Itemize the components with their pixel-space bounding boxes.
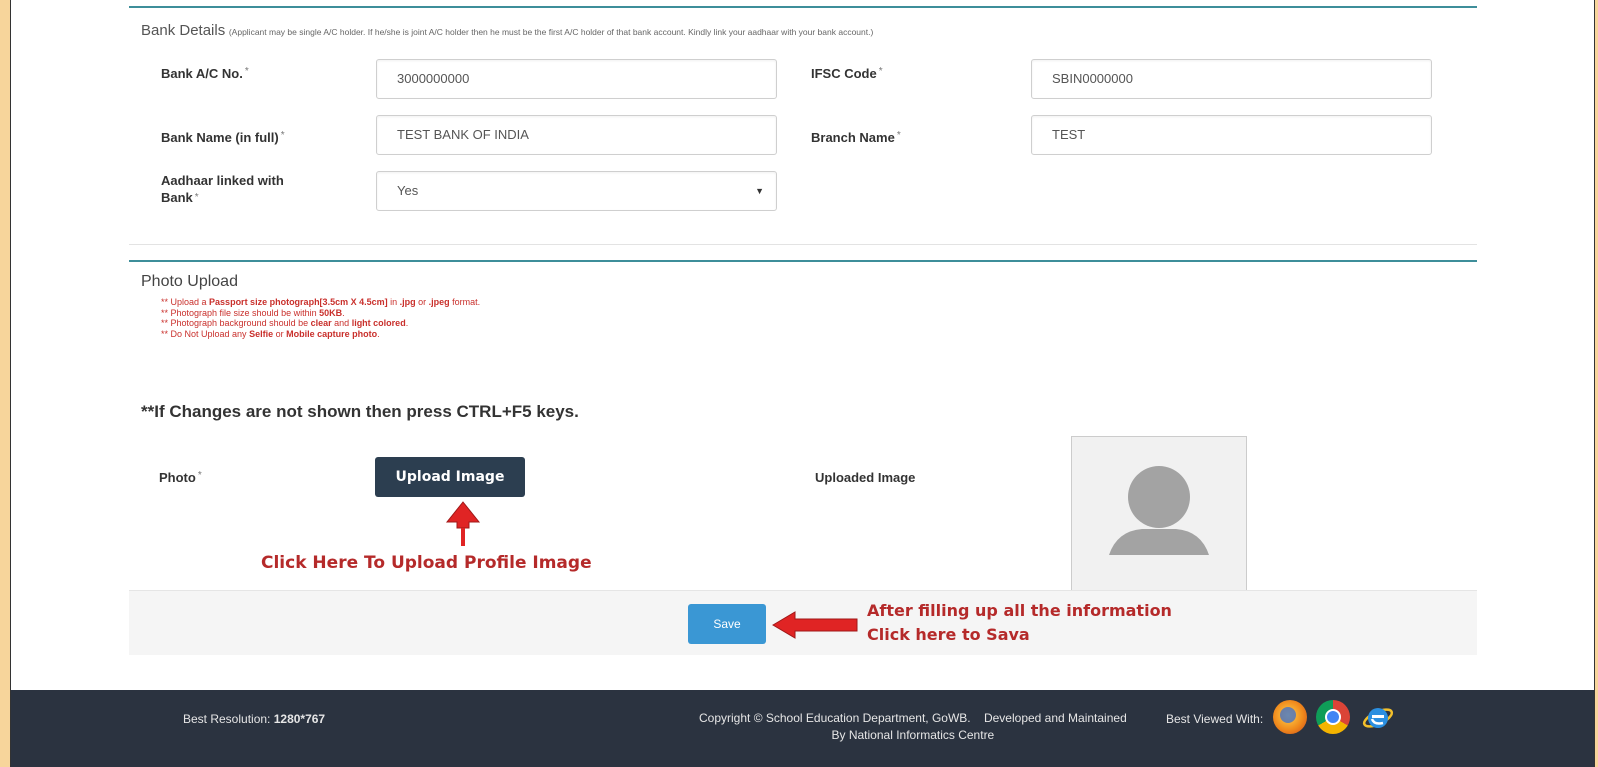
aadhaar-linked-selected-value: Yes: [397, 183, 419, 198]
footer-best-viewed: Best Viewed With:: [1166, 712, 1264, 726]
bank-details-note: (Applicant may be single A/C holder. If …: [228, 27, 874, 37]
chrome-icon: [1316, 700, 1350, 734]
footer-resolution: Best Resolution: 1280*767: [183, 712, 326, 726]
required-mark: *: [197, 470, 202, 481]
application-form-page: Bank Details (Applicant may be single A/…: [10, 0, 1595, 767]
uploaded-image-label: Uploaded Image: [815, 470, 916, 485]
site-footer: Best Resolution: 1280*767 Copyright © Sc…: [11, 690, 1594, 767]
bank-account-label: Bank A/C No. *: [161, 66, 249, 81]
photo-instruction-item: ** Photograph background should be clear…: [161, 318, 409, 328]
photo-section-divider: [129, 260, 1477, 262]
required-mark: *: [194, 192, 199, 203]
required-mark: *: [896, 130, 901, 141]
photo-label: Photo *: [159, 470, 202, 485]
photo-instruction-item: ** Photograph file size should be within…: [161, 307, 345, 318]
upload-annotation: Click Here To Upload Profile Image: [261, 553, 592, 573]
refresh-hint: **If Changes are not shown then press CT…: [141, 402, 579, 421]
bank-name-input[interactable]: TEST BANK OF INDIA: [376, 115, 777, 155]
up-arrow-icon: [445, 501, 481, 546]
photo-upload-title: Photo Upload: [141, 273, 238, 290]
bank-name-label: Bank Name (in full) *: [161, 130, 285, 145]
avatar-placeholder-icon: [1109, 466, 1209, 555]
branch-name-label: Branch Name *: [811, 130, 901, 145]
photo-instruction-item: ** Do Not Upload any Selfie or Mobile ca…: [161, 328, 380, 339]
dropdown-caret-icon: ▼: [755, 186, 764, 196]
required-mark: *: [280, 130, 285, 141]
internet-explorer-icon: [1361, 700, 1395, 734]
branch-name-input[interactable]: TEST: [1031, 115, 1432, 155]
required-mark: *: [878, 66, 883, 77]
save-annotation: After filling up all the information Cli…: [867, 601, 1172, 644]
bank-details-title: Bank Details: [141, 22, 226, 39]
bank-account-input[interactable]: 3000000000: [376, 59, 777, 99]
ifsc-label: IFSC Code *: [811, 66, 883, 81]
bank-details-heading: Bank Details (Applicant may be single A/…: [141, 22, 873, 39]
upload-image-button[interactable]: Upload Image: [375, 457, 525, 497]
photo-instructions: ** Upload a Passport size photograph[3.5…: [161, 297, 480, 339]
photo-instruction-item: ** Upload a Passport size photograph[3.5…: [161, 297, 481, 307]
firefox-icon: [1273, 700, 1307, 734]
footer-copyright: Copyright © School Education Department,…: [699, 711, 1127, 742]
aadhaar-linked-select[interactable]: Yes ▼: [376, 171, 777, 211]
uploaded-image-preview: [1071, 436, 1247, 614]
left-arrow-icon: [772, 611, 858, 639]
ifsc-input[interactable]: SBIN0000000: [1031, 59, 1432, 99]
aadhaar-linked-label: Aadhaar linked with Bank *: [161, 173, 284, 205]
save-button[interactable]: Save: [688, 604, 766, 644]
required-mark: *: [244, 66, 249, 77]
